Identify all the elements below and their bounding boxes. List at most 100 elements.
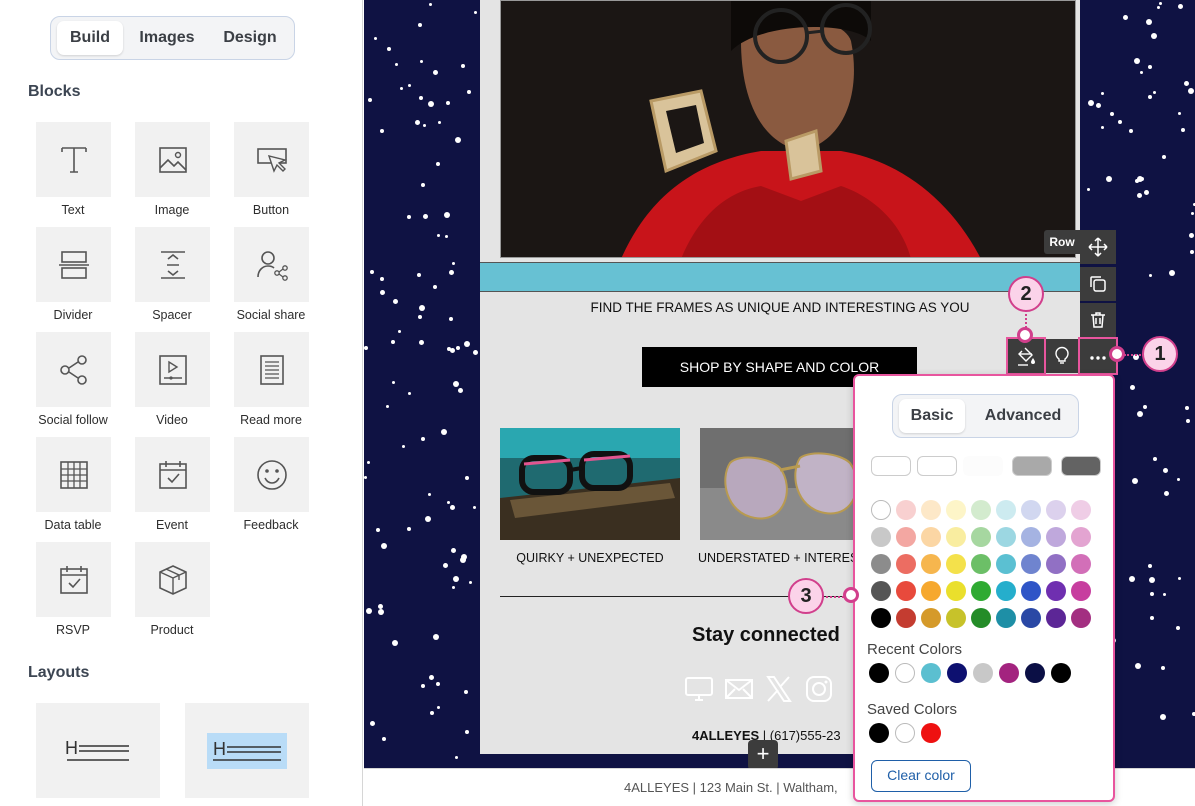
color-swatch[interactable]	[971, 500, 991, 520]
layout-heading-text[interactable]: H	[36, 703, 160, 798]
stay-connected-heading[interactable]: Stay connected	[692, 624, 840, 647]
color-swatch[interactable]	[996, 527, 1016, 547]
color-swatch[interactable]	[896, 581, 916, 601]
color-swatch[interactable]	[871, 608, 891, 628]
website-icon[interactable]	[684, 674, 714, 704]
color-swatch[interactable]	[1046, 581, 1066, 601]
preset-pill-swatch[interactable]	[917, 456, 957, 476]
block-social-follow[interactable]	[36, 332, 111, 407]
suggestions-button[interactable]	[1044, 339, 1080, 373]
tab-basic[interactable]: Basic	[899, 399, 965, 433]
color-swatch[interactable]	[946, 500, 966, 520]
color-swatch[interactable]	[1021, 581, 1041, 601]
preset-pill-swatch[interactable]	[963, 456, 1003, 476]
preset-pill-swatch[interactable]	[1061, 456, 1101, 476]
color-swatch[interactable]	[1046, 527, 1066, 547]
block-event[interactable]	[135, 437, 210, 512]
hero-image[interactable]	[500, 0, 1076, 258]
tab-advanced[interactable]: Advanced	[971, 399, 1075, 433]
block-text[interactable]	[36, 122, 111, 197]
x-twitter-icon[interactable]	[764, 674, 794, 704]
color-swatch[interactable]	[1021, 527, 1041, 547]
recent-color-swatch[interactable]	[869, 663, 889, 683]
block-divider[interactable]	[36, 227, 111, 302]
preset-pill-swatch[interactable]	[1012, 456, 1052, 476]
block-data-table[interactable]	[36, 437, 111, 512]
instagram-icon[interactable]	[804, 674, 834, 704]
add-row-button[interactable]: +	[748, 740, 778, 770]
color-swatch[interactable]	[921, 527, 941, 547]
recent-color-swatch[interactable]	[973, 663, 993, 683]
hero-section[interactable]	[480, 0, 1080, 262]
recent-color-swatch[interactable]	[1051, 663, 1071, 683]
color-swatch[interactable]	[871, 500, 891, 520]
color-swatch[interactable]	[921, 581, 941, 601]
color-swatch[interactable]	[1021, 608, 1041, 628]
color-swatch[interactable]	[1046, 500, 1066, 520]
tab-build[interactable]: Build	[57, 21, 123, 55]
color-swatch[interactable]	[871, 581, 891, 601]
color-swatch[interactable]	[896, 554, 916, 574]
layout-heading-highlight[interactable]: H	[185, 703, 309, 798]
color-swatch[interactable]	[871, 527, 891, 547]
star-dot	[460, 557, 467, 564]
color-swatch[interactable]	[1071, 554, 1091, 574]
color-swatch[interactable]	[996, 581, 1016, 601]
delete-row-button[interactable]	[1080, 303, 1116, 337]
color-swatch[interactable]	[971, 527, 991, 547]
color-swatch[interactable]	[1071, 500, 1091, 520]
color-swatch[interactable]	[996, 554, 1016, 574]
color-swatch[interactable]	[971, 581, 991, 601]
color-swatch[interactable]	[1021, 554, 1041, 574]
block-feedback[interactable]	[234, 437, 309, 512]
recent-color-swatch[interactable]	[1025, 663, 1045, 683]
saved-color-swatch[interactable]	[895, 723, 915, 743]
color-swatch[interactable]	[996, 608, 1016, 628]
tab-images[interactable]: Images	[131, 21, 203, 55]
duplicate-row-button[interactable]	[1080, 267, 1116, 301]
color-swatch[interactable]	[896, 500, 916, 520]
color-swatch[interactable]	[896, 527, 916, 547]
preset-pill-swatch[interactable]	[871, 456, 911, 476]
tab-design[interactable]: Design	[211, 21, 289, 55]
product-image-quirky[interactable]	[500, 428, 680, 540]
recent-color-swatch[interactable]	[921, 663, 941, 683]
email-icon[interactable]	[724, 674, 754, 704]
color-swatch[interactable]	[1071, 527, 1091, 547]
teal-divider-bar[interactable]	[480, 262, 1080, 292]
block-image[interactable]	[135, 122, 210, 197]
color-swatch[interactable]	[1021, 500, 1041, 520]
color-swatch[interactable]	[921, 554, 941, 574]
color-swatch[interactable]	[946, 581, 966, 601]
block-video[interactable]	[135, 332, 210, 407]
clear-color-button[interactable]: Clear color	[871, 760, 971, 792]
block-button[interactable]	[234, 122, 309, 197]
recent-color-swatch[interactable]	[947, 663, 967, 683]
block-spacer[interactable]	[135, 227, 210, 302]
recent-color-swatch[interactable]	[895, 663, 915, 683]
color-swatch[interactable]	[1071, 581, 1091, 601]
color-swatch[interactable]	[946, 527, 966, 547]
recent-color-swatch[interactable]	[999, 663, 1019, 683]
block-social-share[interactable]	[234, 227, 309, 302]
color-swatch[interactable]	[1071, 608, 1091, 628]
color-swatch[interactable]	[946, 608, 966, 628]
color-swatch[interactable]	[921, 608, 941, 628]
block-read-more[interactable]	[234, 332, 309, 407]
saved-color-swatch[interactable]	[869, 723, 889, 743]
color-swatch[interactable]	[971, 608, 991, 628]
color-swatch[interactable]	[996, 500, 1016, 520]
color-swatch[interactable]	[1046, 554, 1066, 574]
move-row-button[interactable]	[1080, 230, 1116, 264]
color-swatch[interactable]	[1046, 608, 1066, 628]
color-swatch[interactable]	[971, 554, 991, 574]
saved-color-swatch[interactable]	[921, 723, 941, 743]
email-tagline[interactable]: FIND THE FRAMES AS UNIQUE AND INTERESTIN…	[480, 300, 1080, 315]
color-swatch[interactable]	[871, 554, 891, 574]
block-rsvp[interactable]	[36, 542, 111, 617]
color-swatch[interactable]	[946, 554, 966, 574]
color-swatch[interactable]	[921, 500, 941, 520]
color-swatch[interactable]	[896, 608, 916, 628]
block-product[interactable]	[135, 542, 210, 617]
product-caption[interactable]: QUIRKY + UNEXPECTED	[490, 551, 690, 565]
